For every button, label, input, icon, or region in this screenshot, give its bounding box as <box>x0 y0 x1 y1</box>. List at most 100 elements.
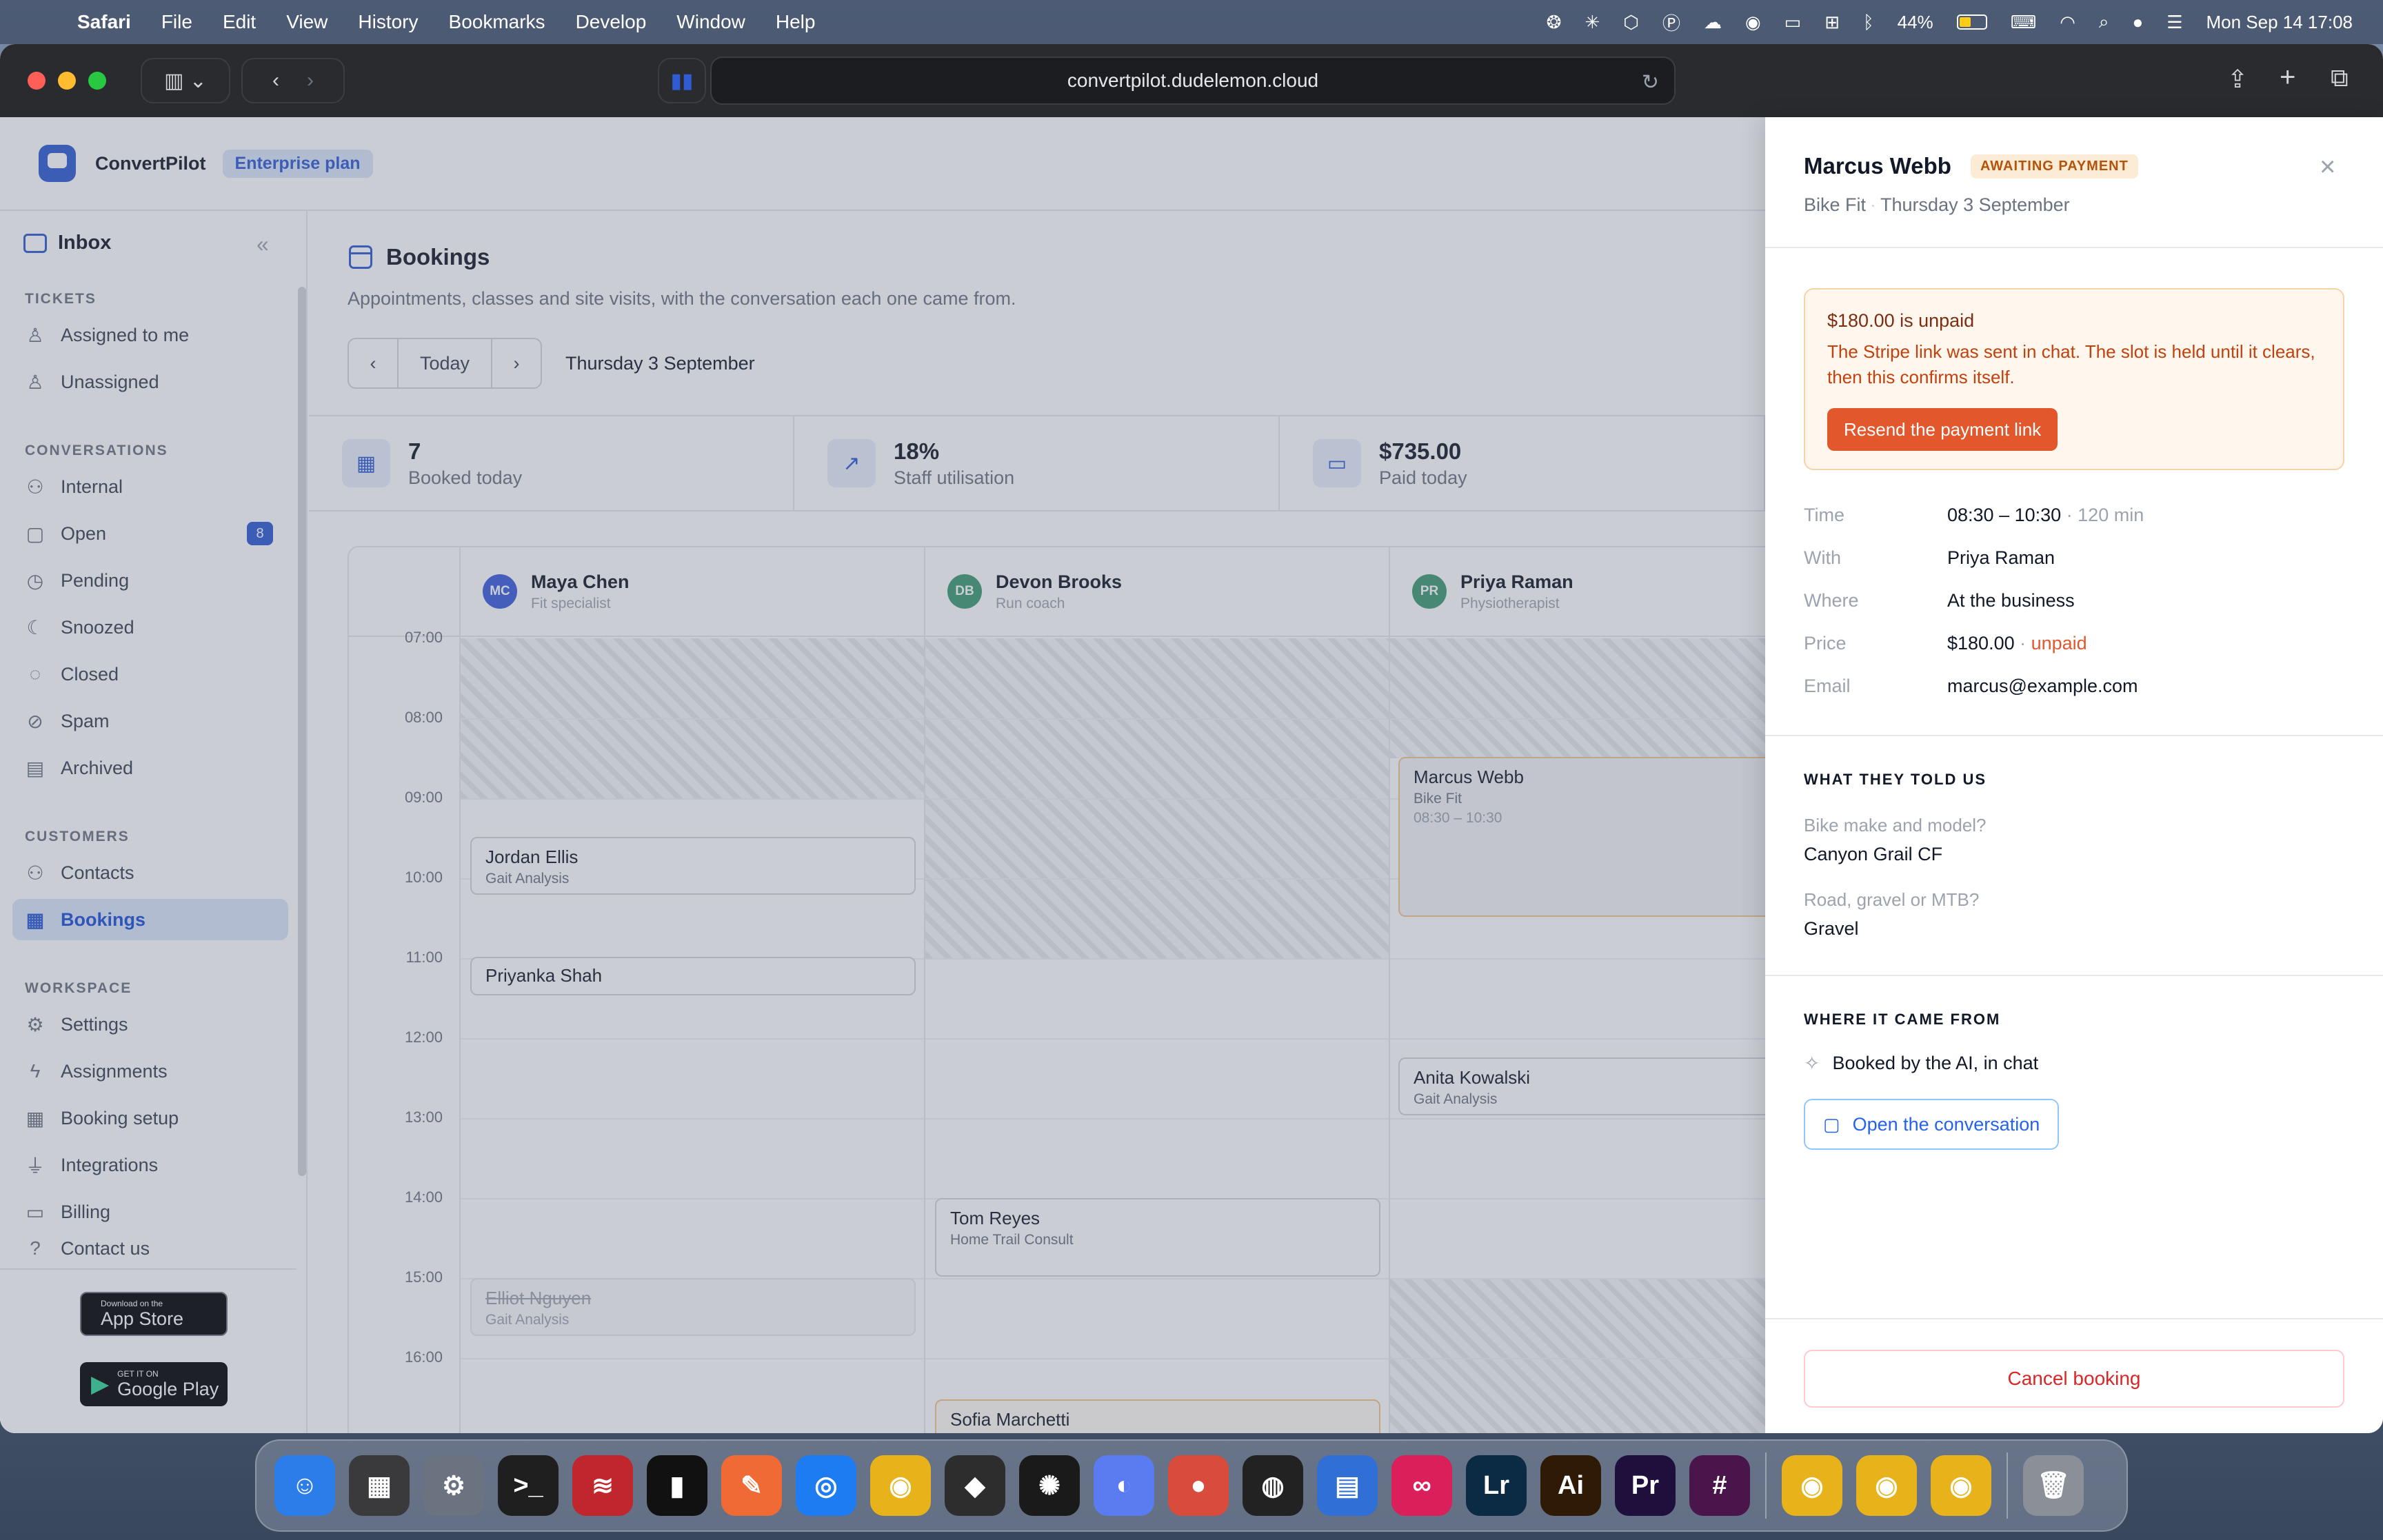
dock-illustrator-icon[interactable]: Ai <box>1540 1455 1601 1516</box>
what-they-told-us-heading: WHAT THEY TOLD US <box>1804 771 1987 788</box>
dock-trash-icon[interactable]: 🗑 <box>2023 1455 2084 1516</box>
detail-label: Price <box>1804 633 1847 654</box>
menu-bookmarks[interactable]: Bookmarks <box>449 11 545 33</box>
bluetooth-icon[interactable]: ᛒ <box>1863 12 1874 33</box>
menu-file[interactable]: File <box>161 11 192 33</box>
close-drawer-icon[interactable]: × <box>2320 152 2335 183</box>
detail-value: Priya Raman <box>1947 547 2055 568</box>
dock-separator <box>2007 1452 2008 1519</box>
detail-duration: 120 min <box>2078 505 2144 525</box>
back-icon[interactable]: ‹ <box>272 69 279 92</box>
close-window-button[interactable] <box>28 72 46 90</box>
control-center-icon[interactable]: ☰ <box>2166 12 2182 33</box>
new-tab-icon[interactable]: + <box>2280 62 2295 93</box>
dock-app-files-icon[interactable]: ▤ <box>1317 1455 1378 1516</box>
dock-launchpad-icon[interactable]: ▦ <box>349 1455 410 1516</box>
separator-dot: · <box>1870 194 1877 215</box>
keyboard-icon[interactable]: ⌨ <box>2011 12 2037 33</box>
detail-label: Time <box>1804 505 1844 525</box>
cloud-icon[interactable]: ☁ <box>1704 12 1722 33</box>
dock: ☺ ▦ ⚙ >_ ≋ ▮ ✎ ◎ ◉ ◆ ✺ ◐ ● ◍ ▤ ∞ Lr Ai Pr # ◉ ◉ ◉ 🗑 <box>255 1439 2128 1532</box>
source-text: Booked by the AI, in chat <box>1832 1053 2039 1073</box>
alert-heading: $180.00 is unpaid <box>1827 310 1975 331</box>
booking-source: ✧ Booked by the AI, in chat <box>1804 1052 2038 1075</box>
zoom-window-button[interactable] <box>88 72 106 90</box>
dock-finder-icon[interactable]: ☺ <box>274 1455 335 1516</box>
booking-detail-drawer: Marcus Webb AWAITING PAYMENT × Bike Fit ·… <box>1765 117 2383 1433</box>
status-area: ❂ ✳ ⬡ Ⓟ ☁ ◉ ▭ ⊞ ᛒ 44% ⌨ ◠ ⌕ ● ☰ Mon Sep … <box>1547 10 2353 35</box>
menu-develop[interactable]: Develop <box>576 11 647 33</box>
answer: Canyon Grail CF <box>1804 844 1943 864</box>
dock-chrome-2-icon[interactable]: ◉ <box>1856 1455 1917 1516</box>
minimize-window-button[interactable] <box>58 72 76 90</box>
menu-window[interactable]: Window <box>676 11 745 33</box>
sidebar-toggle-button[interactable]: ▥ ⌄ <box>141 58 230 103</box>
reload-icon[interactable]: ↻ <box>1642 70 1659 94</box>
cancel-booking-button[interactable]: Cancel booking <box>1804 1350 2344 1408</box>
history-nav-group: ‹ › <box>241 58 345 103</box>
grid-icon[interactable]: ⊞ <box>1824 12 1840 33</box>
detail-value: 08:30 – 10:30 <box>1947 505 2062 525</box>
battery-percent[interactable]: 44% <box>1898 12 1933 33</box>
address-bar[interactable]: convertpilot.dudelemon.cloud ↻ <box>710 57 1676 105</box>
detail-with: With Priya Raman <box>1804 547 2055 569</box>
menu-history[interactable]: History <box>358 11 418 33</box>
page-content: ConvertPilot Enterprise plan Inbox « TIC… <box>0 117 2383 1433</box>
dock-slack-icon[interactable]: # <box>1689 1455 1750 1516</box>
record-icon[interactable]: ◉ <box>1745 12 1761 33</box>
battery-icon[interactable] <box>1956 14 1987 30</box>
openai-icon[interactable]: ❂ <box>1547 12 1562 33</box>
menu-app-name[interactable]: Safari <box>77 11 131 33</box>
dock-safari-icon[interactable]: ◎ <box>796 1455 856 1516</box>
spotlight-icon[interactable]: ⌕ <box>2099 11 2109 33</box>
divider <box>1765 975 2383 976</box>
menu-clock[interactable]: Mon Sep 14 17:08 <box>2206 12 2353 33</box>
dock-creative-cloud-icon[interactable]: ∞ <box>1391 1455 1452 1516</box>
dock-chrome-icon[interactable]: ◉ <box>870 1455 931 1516</box>
menu-edit[interactable]: Edit <box>223 11 256 33</box>
dock-app-dots-icon[interactable]: ● <box>1168 1455 1229 1516</box>
siri-icon[interactable]: ● <box>2132 12 2143 33</box>
detail-value[interactable]: marcus@example.com <box>1947 676 2138 697</box>
dock-system-settings-icon[interactable]: ⚙ <box>423 1455 484 1516</box>
detail-price: Price $180.00 · unpaid <box>1804 633 2087 654</box>
detail-value: $180.00 <box>1947 633 2015 654</box>
dock-app-blue-icon[interactable]: ◐ <box>1094 1455 1154 1516</box>
open-conversation-button[interactable]: ▢ Open the conversation <box>1804 1099 2060 1150</box>
dock-chrome-3-icon[interactable]: ◉ <box>1931 1455 1991 1516</box>
wifi-icon[interactable]: ◠ <box>2060 12 2075 33</box>
dock-app-cube-icon[interactable]: ◆ <box>945 1455 1005 1516</box>
browser-toolbar: ▥ ⌄ ‹ › ▮▮ convertpilot.dudelemon.cloud … <box>0 44 2383 117</box>
dock-terminal-icon[interactable]: >_ <box>498 1455 559 1516</box>
forward-icon[interactable]: › <box>307 69 314 92</box>
dock-app-spark-icon[interactable]: ✺ <box>1019 1455 1080 1516</box>
drawer-backdrop[interactable] <box>0 117 1765 1433</box>
extension-icon: ▮▮ <box>670 69 694 92</box>
menu-help[interactable]: Help <box>776 11 816 33</box>
dock-app-orange-icon[interactable]: ✎ <box>721 1455 782 1516</box>
url-text: convertpilot.dudelemon.cloud <box>1067 70 1319 91</box>
menu-bar: Safari File Edit View History Bookmarks … <box>0 0 2383 44</box>
extension-button[interactable]: ▮▮ <box>658 58 706 103</box>
dock-app-red-icon[interactable]: ≋ <box>572 1455 633 1516</box>
service-name: Bike Fit <box>1804 194 1867 215</box>
display-icon[interactable]: ▭ <box>1784 12 1802 33</box>
alert-body: The Stripe link was sent in chat. The sl… <box>1827 341 2315 387</box>
dock-chrome-1-icon[interactable]: ◉ <box>1782 1455 1842 1516</box>
dock-lightroom-icon[interactable]: Lr <box>1466 1455 1527 1516</box>
tab-overview-icon[interactable]: ⧉ <box>2331 63 2349 93</box>
dock-premiere-icon[interactable]: Pr <box>1615 1455 1676 1516</box>
sparkle-icon[interactable]: ✳ <box>1585 12 1600 33</box>
menu-view[interactable]: View <box>286 11 328 33</box>
dock-app-dark-icon[interactable]: ▮ <box>647 1455 707 1516</box>
cube-icon[interactable]: ⬡ <box>1623 12 1639 33</box>
dock-app-sphere-icon[interactable]: ◍ <box>1243 1455 1303 1516</box>
safari-window: ▥ ⌄ ‹ › ▮▮ convertpilot.dudelemon.cloud … <box>0 44 2383 1433</box>
drawer-title: Marcus Webb AWAITING PAYMENT <box>1804 153 2138 179</box>
open-conversation-label: Open the conversation <box>1852 1113 2040 1135</box>
share-icon[interactable]: ⇪ <box>2227 65 2248 94</box>
resend-payment-link-button[interactable]: Resend the payment link <box>1827 408 2058 451</box>
detail-value: At the business <box>1947 590 2075 611</box>
where-it-came-from-heading: WHERE IT CAME FROM <box>1804 1011 2001 1028</box>
p-icon[interactable]: Ⓟ <box>1662 10 1680 35</box>
